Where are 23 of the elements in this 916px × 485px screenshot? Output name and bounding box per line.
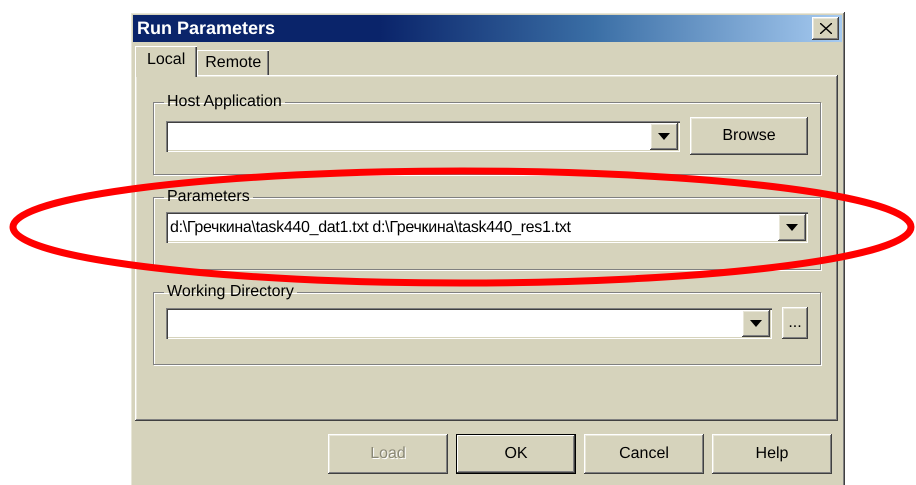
dropdown-button[interactable] bbox=[650, 122, 678, 150]
group-label: Parameters bbox=[166, 188, 251, 206]
dialog-button[interactable]: OK bbox=[456, 434, 576, 474]
combo-field[interactable] bbox=[166, 308, 772, 338]
caret-icon bbox=[750, 320, 762, 326]
browse-button[interactable]: Browse bbox=[690, 117, 808, 155]
close-icon bbox=[820, 23, 832, 34]
field-value: d:\Гречкина\task440_dat1.txt d:\Гречкина\task440_res1.txt bbox=[169, 218, 572, 236]
window-title: Run Parameters bbox=[137, 18, 276, 39]
caret-icon bbox=[786, 224, 798, 231]
close-button[interactable] bbox=[812, 17, 839, 40]
group-label: Host Application bbox=[166, 93, 283, 111]
combo-field[interactable]: d:\Гречкина\task440_dat1.txt d:\Гречкина\task440_res1.txt bbox=[166, 212, 808, 243]
tab[interactable]: Local bbox=[135, 46, 198, 77]
dropdown-button[interactable] bbox=[778, 214, 806, 241]
dialog-button[interactable]: Help bbox=[712, 434, 832, 474]
dropdown-button[interactable] bbox=[742, 310, 770, 336]
tab[interactable]: Remote bbox=[197, 50, 270, 75]
caret-icon bbox=[658, 132, 670, 140]
dialog-button[interactable]: Cancel bbox=[584, 434, 704, 474]
ellipsis-button[interactable]: ... bbox=[782, 307, 808, 339]
group-label: Working Directory bbox=[166, 283, 295, 301]
combo-field[interactable] bbox=[166, 120, 680, 152]
